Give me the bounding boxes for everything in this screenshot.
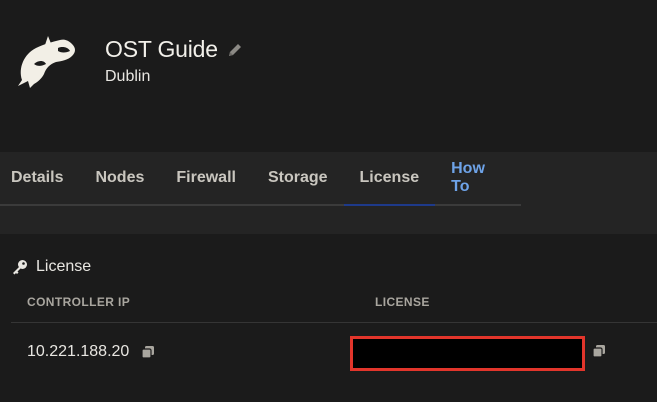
tab-list: Details Nodes Firewall Storage License H… <box>0 152 521 206</box>
cluster-title: OST Guide <box>105 36 218 62</box>
section-title-label: License <box>36 258 92 275</box>
tab-license[interactable]: License <box>343 152 436 206</box>
pencil-icon[interactable] <box>227 42 243 58</box>
tab-firewall[interactable]: Firewall <box>160 152 252 204</box>
cluster-location: Dublin <box>105 68 151 85</box>
copy-license-icon[interactable] <box>592 344 606 358</box>
copy-icon[interactable] <box>141 345 155 359</box>
orca-icon <box>18 36 75 88</box>
controller-ip-value: 10.221.188.20 <box>27 343 130 360</box>
tab-nodes[interactable]: Nodes <box>79 152 160 204</box>
section-title: License <box>11 258 91 276</box>
tab-storage[interactable]: Storage <box>252 152 344 204</box>
table-row: 10.221.188.20 <box>27 343 155 361</box>
tab-how-to[interactable]: How To <box>435 152 521 204</box>
tab-details[interactable]: Details <box>0 152 79 204</box>
tabs-bar: Details Nodes Firewall Storage License H… <box>0 152 657 234</box>
license-section: License CONTROLLER IP LICENSE 10.221.188… <box>0 234 657 402</box>
key-icon <box>13 259 27 274</box>
cluster-header: OST Guide Dublin <box>0 0 657 152</box>
column-header-license: LICENSE <box>375 295 430 309</box>
column-header-controller-ip: CONTROLLER IP <box>27 295 131 309</box>
table-header-divider <box>11 322 657 323</box>
license-value-redacted <box>350 336 585 371</box>
